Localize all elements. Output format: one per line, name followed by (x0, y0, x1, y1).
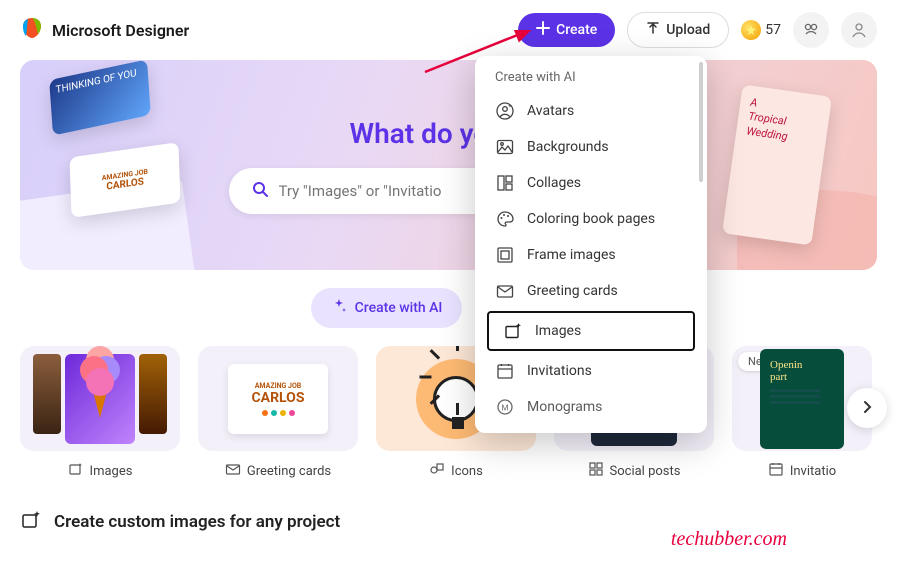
thumb-images (20, 346, 180, 451)
create-button-label: Create (556, 22, 597, 38)
category-label: Images (90, 464, 133, 479)
category-row: Images AMAZING JOB CARLOS Greeting cards (0, 346, 897, 481)
category-label: Social posts (610, 464, 681, 479)
scrollbar[interactable] (699, 62, 703, 182)
upload-icon (646, 21, 660, 39)
coin-balance[interactable]: 57 (741, 20, 781, 40)
dropdown-item-collages[interactable]: Collages (481, 165, 701, 201)
palette-icon (495, 209, 515, 229)
category-label: Invitatio (790, 464, 836, 479)
coin-count: 57 (765, 22, 781, 38)
create-dropdown: Create with AI Avatars Backgrounds Colla… (475, 56, 707, 433)
watermark: techubber.com (671, 528, 787, 551)
sparkle-image-icon (503, 321, 523, 341)
dropdown-item-invitations[interactable]: Invitations (481, 353, 701, 389)
sparkle-image-icon (68, 461, 84, 481)
tab-ai-label: Create with AI (355, 300, 443, 316)
dropdown-item-frame[interactable]: Frame images (481, 237, 701, 273)
share-button[interactable] (793, 12, 829, 48)
thumb-greeting: AMAZING JOB CARLOS (198, 346, 358, 451)
frame-icon (495, 245, 515, 265)
search-icon (251, 180, 269, 202)
hero-banner: THINKING OF YOU AMAZING JOBCARLOS A Trop… (20, 60, 877, 270)
designer-logo-icon (20, 16, 44, 44)
category-label: Greeting cards (247, 464, 331, 479)
tab-create-with-ai[interactable]: Create with AI (311, 288, 463, 328)
dropdown-item-label: Greeting cards (527, 283, 618, 299)
shapes-icon (429, 461, 445, 481)
collage-icon (495, 173, 515, 193)
dropdown-item-label: Coloring book pages (527, 211, 655, 227)
category-label: Icons (451, 464, 483, 479)
sparkle-image-icon (20, 509, 42, 535)
chevron-right-icon (860, 399, 874, 418)
coin-icon (741, 20, 761, 40)
grid-icon (588, 461, 604, 481)
landscape-icon (495, 137, 515, 157)
dropdown-item-greeting[interactable]: Greeting cards (481, 273, 701, 309)
upload-button[interactable]: Upload (627, 12, 729, 48)
dropdown-item-avatars[interactable]: Avatars (481, 93, 701, 129)
app-title: Microsoft Designer (52, 21, 189, 40)
dropdown-item-coloring[interactable]: Coloring book pages (481, 201, 701, 237)
dropdown-item-label: Frame images (527, 247, 616, 263)
next-button[interactable] (847, 388, 887, 428)
section-title: Create custom images for any project (54, 512, 340, 532)
dropdown-item-label: Monograms (527, 399, 602, 415)
dropdown-item-images[interactable]: Images (487, 311, 695, 351)
dropdown-item-label: Collages (527, 175, 581, 191)
dropdown-item-monograms[interactable]: M Monograms (481, 389, 701, 425)
section-heading: Create custom images for any project (0, 481, 897, 535)
logo-area[interactable]: Microsoft Designer (20, 16, 189, 44)
monogram-icon: M (495, 397, 515, 417)
calendar-icon (495, 361, 515, 381)
dropdown-item-backgrounds[interactable]: Backgrounds (481, 129, 701, 165)
dropdown-item-label: Avatars (527, 103, 574, 119)
dropdown-item-label: Invitations (527, 363, 592, 379)
envelope-icon (225, 461, 241, 481)
upload-button-label: Upload (666, 22, 710, 38)
envelope-icon (495, 281, 515, 301)
profile-button[interactable] (841, 12, 877, 48)
sparkle-icon (331, 298, 347, 318)
mode-tabs: Create with AI Edit wit (0, 288, 897, 328)
category-images[interactable]: Images (20, 346, 180, 481)
category-greeting-cards[interactable]: AMAZING JOB CARLOS Greeting cards (198, 346, 358, 481)
svg-text:M: M (502, 404, 509, 413)
dropdown-heading: Create with AI (481, 70, 701, 93)
dropdown-item-label: Backgrounds (527, 139, 609, 155)
hero-card-thinking: THINKING OF YOU (49, 60, 151, 136)
avatar-icon (495, 101, 515, 121)
calendar-icon (768, 461, 784, 481)
dropdown-item-label: Images (535, 323, 581, 339)
